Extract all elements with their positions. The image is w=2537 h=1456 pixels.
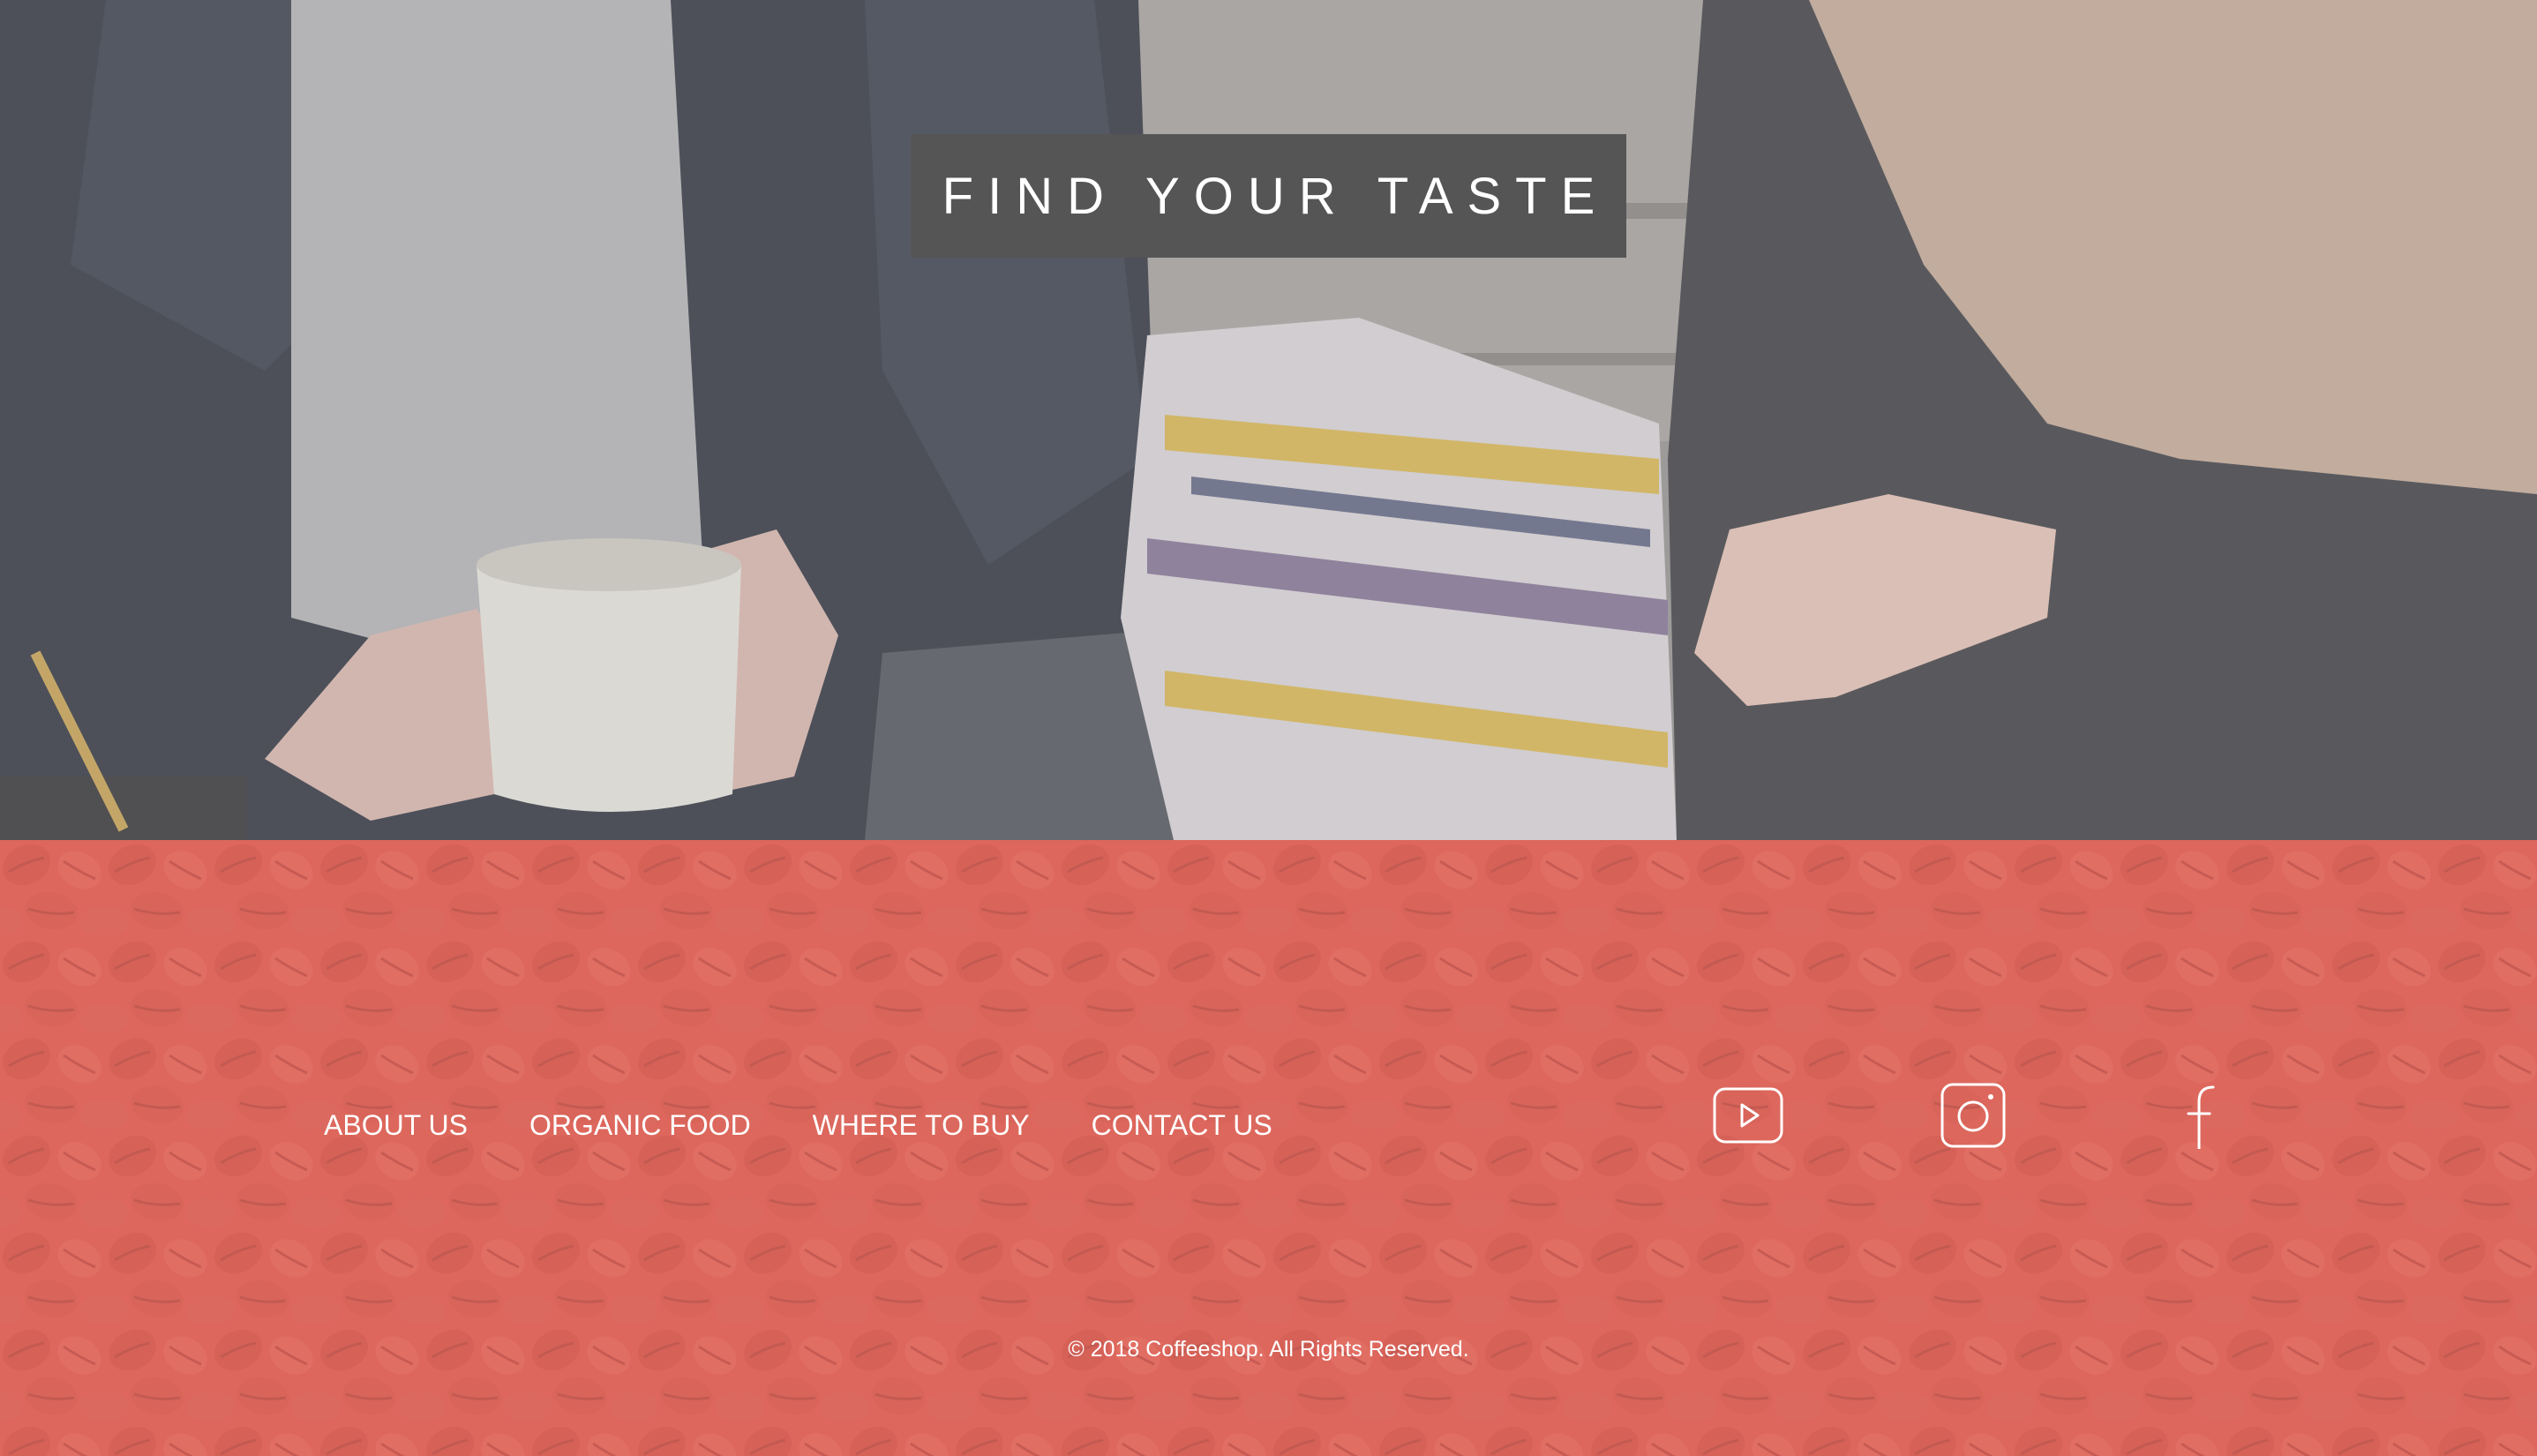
nav-link-organic-food[interactable]: ORGANIC FOOD	[529, 1109, 751, 1142]
nav-link-about-us[interactable]: ABOUT US	[324, 1109, 468, 1142]
youtube-icon[interactable]	[1712, 1082, 1784, 1149]
nav-link-where-to-buy[interactable]: WHERE TO BUY	[813, 1109, 1030, 1142]
footer-tint-overlay	[0, 840, 2537, 1456]
nav-link-contact-us[interactable]: CONTACT US	[1092, 1109, 1272, 1142]
hero-overlay	[0, 0, 2537, 840]
site-footer: ABOUT US ORGANIC FOOD WHERE TO BUY CONTA…	[0, 840, 2537, 1456]
instagram-icon[interactable]	[1940, 1082, 2007, 1149]
hero-section: FIND YOUR TASTE	[0, 0, 2537, 840]
footer-nav: ABOUT US ORGANIC FOOD WHERE TO BUY CONTA…	[324, 1105, 1272, 1145]
hero-title: FIND YOUR TASTE	[942, 167, 1610, 225]
copyright-text: © 2018 Coffeeshop. All Rights Reserved.	[1068, 1337, 1469, 1362]
facebook-icon[interactable]	[2173, 1082, 2217, 1149]
hero-title-badge: FIND YOUR TASTE	[911, 134, 1626, 258]
